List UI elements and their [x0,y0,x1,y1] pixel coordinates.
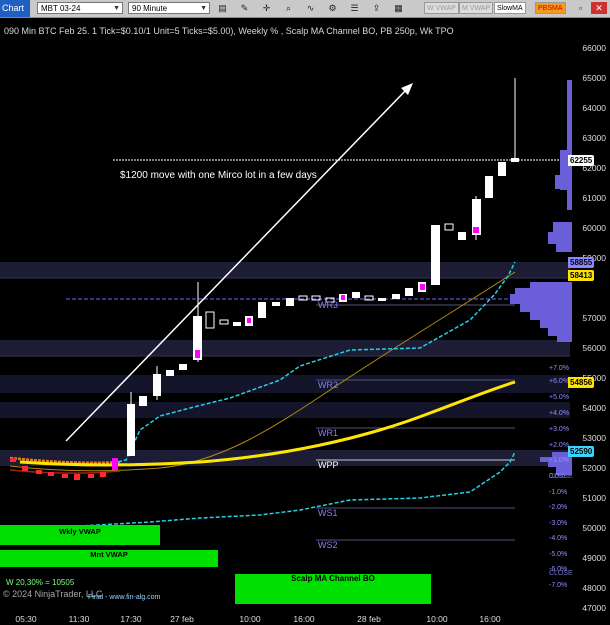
price-tick: 47000 [582,603,606,613]
weekly-vwap-box: Wkly VWAP [0,525,160,545]
price-tick: 64000 [582,103,606,113]
level-wpp: WPP [318,460,339,470]
pivot-band [0,340,570,356]
pct-label: -1.0% [549,489,568,496]
price-label-58855: 58855 [568,257,595,268]
scalp-ma-channel-box: Scalp MA Channel BO [235,574,431,604]
interval-value: 90 Minute [132,4,168,13]
close-icon[interactable]: ✕ [591,2,607,14]
price-tick: 54000 [582,403,606,413]
pct-label: -4.0% [549,535,568,542]
crosshair-icon[interactable]: ✛ [260,2,273,14]
pivot-band [0,402,570,418]
pct-label: +1.0% [549,457,570,464]
indicators-icon[interactable]: ∿ [304,2,317,14]
time-tick: 10:00 [239,614,261,624]
pct-label: -5.0% [549,551,568,558]
price-tick: 66000 [582,43,606,53]
close-label: CLOSE [549,473,573,480]
chevron-down-icon: ▼ [113,5,120,12]
draw-icon[interactable]: ✎ [238,2,251,14]
price-label-58413: 58413 [568,270,595,281]
price-tick: 50000 [582,523,606,533]
upper-channel-line [117,261,516,463]
price-tick: 61000 [582,193,606,203]
m-vwap-toggle[interactable]: M VWAP [459,2,494,14]
w-vwap-toggle[interactable]: W VWAP [424,2,459,14]
pct-label: +5.0% [549,394,570,401]
chart-style-icon[interactable]: ▤ [216,2,229,14]
level-ws1: WS1 [318,508,338,518]
slowma-toggle[interactable]: SlowMA [494,2,526,14]
time-tick: 27 feb [170,614,194,624]
pct-label: -3.0% [549,520,568,527]
time-tick: 16:00 [293,614,315,624]
price-tick: 49000 [582,553,606,563]
pct-label: +2.0% [549,442,570,449]
website-label: Final - www.fin-alg.com [88,594,161,601]
strategies-icon[interactable]: ⚙ [326,2,339,14]
level-ws2: WS2 [318,540,338,550]
instrument-selector[interactable]: MBT 03-24 ▼ [37,2,123,14]
pct-label: +3.0% [549,426,570,433]
share-icon[interactable]: ⇪ [370,2,383,14]
pivot-band [0,262,570,278]
time-tick: 11:30 [68,614,90,624]
zoom-icon[interactable]: ⌕ [282,2,295,14]
pct-label: -7.0% [549,582,568,589]
level-wr2: WR2 [318,380,338,390]
price-tick: 63000 [582,133,606,143]
move-annotation: $1200 move with one Mirco lot in a few d… [120,170,317,181]
pct-label: +4.0% [549,410,570,417]
time-tick: 10:00 [426,614,448,624]
close-label: CLOSE [549,570,573,577]
chevron-down-icon: ▼ [200,5,207,12]
price-tick: 51000 [582,493,606,503]
chart-tab[interactable]: Chart [0,0,30,17]
price-tick: 48000 [582,583,606,593]
price-tick: 65000 [582,73,606,83]
price-tick: 53000 [582,433,606,443]
pct-label: +6.0% [549,378,570,385]
expand-icon[interactable]: ▫ [576,2,585,14]
monthly-vwap-box: Mnt VWAP [0,550,218,567]
pivot-band [0,375,570,393]
level-wr1: WR1 [318,428,338,438]
instrument-value: MBT 03-24 [41,4,81,13]
time-tick: 05:30 [15,614,37,624]
price-tick: 52000 [582,463,606,473]
slow-ma-line [9,271,516,472]
time-tick: 28 feb [357,614,381,624]
time-tick: 17:30 [120,614,142,624]
pct-label: +7.0% [549,365,570,372]
price-label-52590: 52590 [568,446,595,457]
w-percent-label: W 20,30% = 10505 [6,578,75,587]
pct-label: -2.0% [549,504,568,511]
time-tick: 16:00 [479,614,501,624]
pbsma-toggle[interactable]: PBSMA [535,2,566,14]
level-wr3: WR3 [318,300,338,310]
price-tick: 56000 [582,343,606,353]
price-tick: 57000 [582,313,606,323]
last-price-label: 62255 [568,155,595,166]
tile-icon[interactable]: ▦ [392,2,405,14]
interval-selector[interactable]: 90 Minute ▼ [128,2,210,14]
price-label-54856: 54856 [568,377,595,388]
price-tick: 60000 [582,223,606,233]
chart-toolbar: Chart MBT 03-24 ▼ 90 Minute ▼ ▤ ✎ ✛ ⌕ ∿ … [0,0,610,18]
properties-icon[interactable]: ☰ [348,2,361,14]
